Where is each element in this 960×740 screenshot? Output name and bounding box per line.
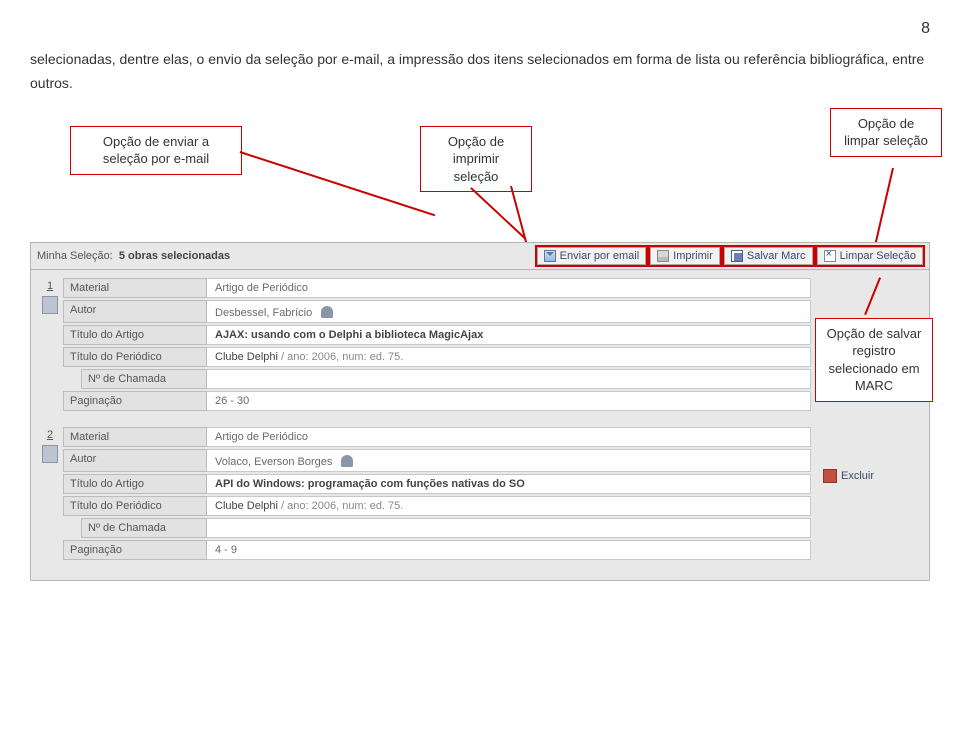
print-icon: [657, 250, 669, 262]
toolbar-title-label: Minha Seleção:: [37, 250, 113, 262]
clear-icon: [824, 250, 836, 262]
value-autor: Volaco, Everson Borges: [207, 449, 811, 472]
toolbar-title-count: 5 obras selecionadas: [119, 250, 230, 262]
save-marc-button[interactable]: Salvar Marc: [724, 247, 813, 265]
record-number: 2: [37, 429, 63, 441]
value-titulo-periodico: Clube Delphi / ano: 2006, num: ed. 75.: [207, 496, 811, 516]
label-paginacao: Paginação: [63, 540, 207, 560]
value-titulo-periodico: Clube Delphi / ano: 2006, num: ed. 75.: [207, 347, 811, 367]
send-email-button[interactable]: Enviar por email: [537, 247, 646, 265]
periodico-name: Clube Delphi: [215, 351, 278, 363]
label-titulo-periodico: Título do Periódico: [63, 347, 207, 367]
trash-icon: [823, 469, 837, 483]
book-icon: [42, 296, 58, 314]
person-icon: [321, 306, 333, 318]
label-num-chamada: Nº de Chamada: [81, 518, 207, 538]
label-paginacao: Paginação: [63, 391, 207, 411]
send-email-label: Enviar por email: [560, 250, 639, 262]
clear-selection-label: Limpar Seleção: [840, 250, 916, 262]
record-index: 2: [37, 427, 63, 562]
author-name: Desbessel, Fabrício: [215, 307, 312, 319]
connector-line: [240, 151, 435, 216]
value-autor: Desbessel, Fabrício: [207, 300, 811, 323]
value-num-chamada: [207, 369, 811, 389]
record-item: 1 Material Artigo de Periódico Autor Des…: [37, 278, 923, 413]
record-item: 2 Material Artigo de Periódico Autor Vol…: [37, 427, 923, 562]
label-titulo-artigo: Título do Artigo: [63, 474, 207, 494]
record-number: 1: [37, 280, 63, 292]
record-actions: Excluir: [811, 427, 923, 562]
value-titulo-artigo: API do Windows: programação com funções …: [207, 474, 811, 494]
records-list: 1 Material Artigo de Periódico Autor Des…: [31, 270, 929, 580]
label-material: Material: [63, 278, 207, 298]
value-paginacao: 26 - 30: [207, 391, 811, 411]
print-label: Imprimir: [673, 250, 713, 262]
book-icon: [42, 445, 58, 463]
record-body: Material Artigo de Periódico Autor Desbe…: [63, 278, 811, 413]
value-paginacao: 4 - 9: [207, 540, 811, 560]
value-titulo-artigo: AJAX: usando com o Delphi a biblioteca M…: [207, 325, 811, 345]
record-actions: Opção de salvar registro selecionado em …: [811, 278, 923, 413]
save-marc-label: Salvar Marc: [747, 250, 806, 262]
exclude-label: Excluir: [841, 470, 874, 482]
author-name: Volaco, Everson Borges: [215, 456, 332, 468]
page-number: 8: [30, 20, 930, 38]
value-num-chamada: [207, 518, 811, 538]
periodico-details: / ano: 2006, num: ed. 75.: [278, 500, 403, 512]
label-material: Material: [63, 427, 207, 447]
callout-email: Opção de enviar a seleção por e-mail: [70, 126, 242, 175]
label-autor: Autor: [63, 449, 207, 472]
clear-selection-button[interactable]: Limpar Seleção: [817, 247, 923, 265]
label-num-chamada: Nº de Chamada: [81, 369, 207, 389]
connector-line: [864, 277, 881, 315]
selection-panel: Minha Seleção: 5 obras selecionadas Envi…: [30, 242, 930, 581]
value-material: Artigo de Periódico: [207, 427, 811, 447]
periodico-name: Clube Delphi: [215, 500, 278, 512]
callout-clear: Opção de limpar seleção: [830, 108, 942, 157]
callout-print: Opção de imprimir seleção: [420, 126, 532, 193]
label-titulo-artigo: Título do Artigo: [63, 325, 207, 345]
periodico-details: / ano: 2006, num: ed. 75.: [278, 351, 403, 363]
intro-paragraph: selecionadas, dentre elas, o envio da se…: [30, 48, 930, 96]
record-body: Material Artigo de Periódico Autor Volac…: [63, 427, 811, 562]
selection-toolbar: Minha Seleção: 5 obras selecionadas Envi…: [31, 243, 929, 270]
label-autor: Autor: [63, 300, 207, 323]
print-button[interactable]: Imprimir: [650, 247, 720, 265]
callout-marc: Opção de salvar registro selecionado em …: [815, 318, 933, 402]
callouts-area: Opção de enviar a seleção por e-mail Opç…: [30, 126, 930, 236]
save-icon: [731, 250, 743, 262]
value-material: Artigo de Periódico: [207, 278, 811, 298]
exclude-button[interactable]: Excluir: [823, 469, 874, 483]
person-icon: [341, 455, 353, 467]
mail-icon: [544, 250, 556, 262]
record-index: 1: [37, 278, 63, 413]
label-titulo-periodico: Título do Periódico: [63, 496, 207, 516]
